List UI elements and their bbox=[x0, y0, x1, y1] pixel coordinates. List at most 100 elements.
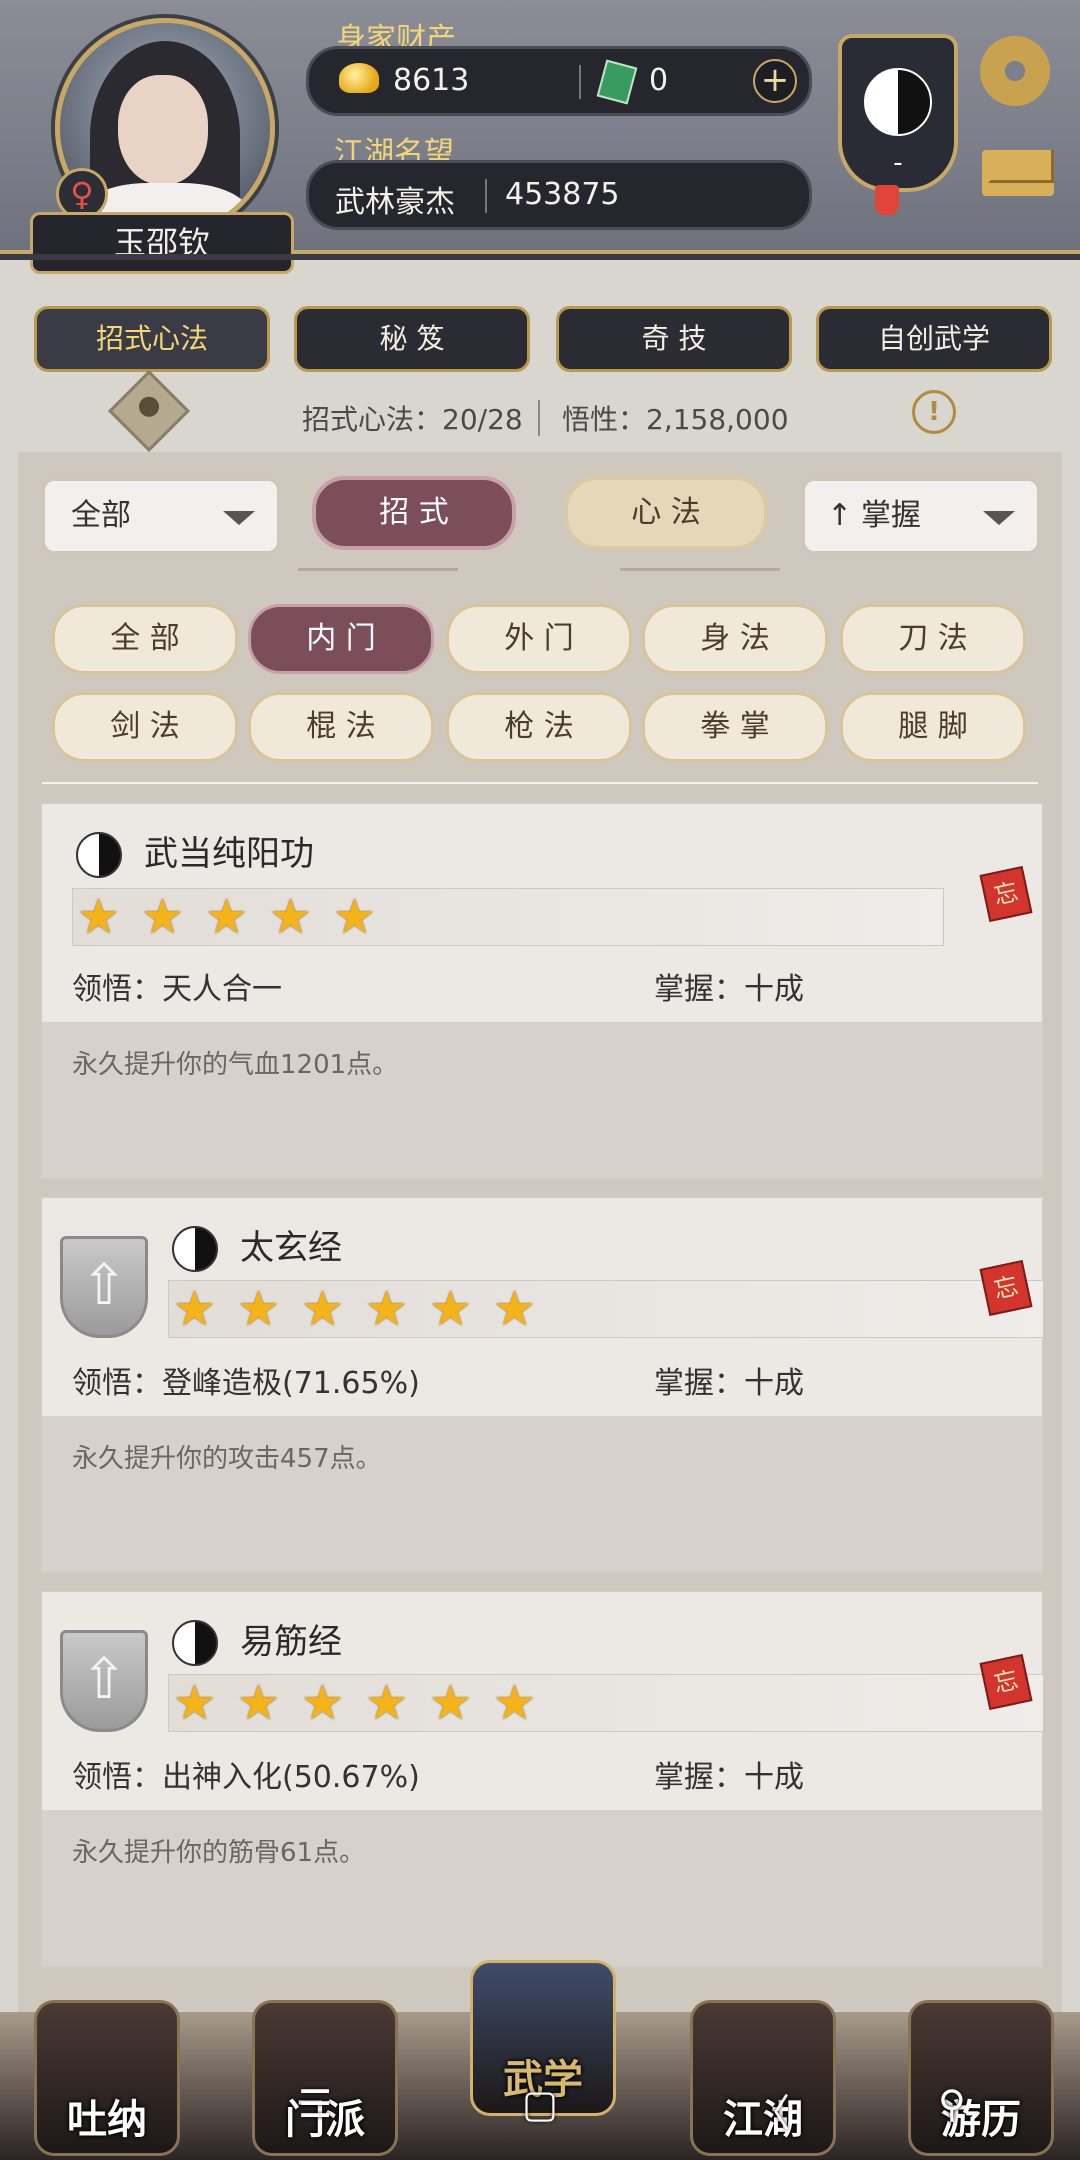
yinyang-icon bbox=[172, 1226, 218, 1272]
recent-apps-icon[interactable]: ☰ bbox=[298, 2082, 332, 2126]
skill-description: 永久提升你的攻击457点。 bbox=[42, 1416, 1042, 1572]
star-icon: ★ bbox=[237, 1675, 281, 1731]
skill-card-header: 易筋经 ★ ★ ★ ★ ★ ★ 忘 领悟：出神入化(50.67%) 掌握：十成 bbox=[42, 1592, 1044, 1810]
skill-mastery: 掌握：十成 bbox=[654, 1366, 804, 1401]
star-icon: ★ bbox=[333, 889, 377, 945]
star-rating: ★ ★ ★ ★ ★ ★ bbox=[168, 1674, 1044, 1732]
sort-arrow-icon: ↑ bbox=[827, 498, 853, 533]
tab-moves-techniques[interactable]: 招式心法 bbox=[34, 306, 270, 372]
skill-name: 太玄经 bbox=[240, 1228, 342, 1268]
wealth-bar: 8613 0 + bbox=[306, 46, 812, 116]
star-icon: ★ bbox=[173, 1281, 217, 1337]
nav-label: 吐纳 bbox=[67, 2097, 147, 2143]
chip-inner[interactable]: 内 门 bbox=[248, 604, 434, 674]
sect-value: - bbox=[893, 148, 903, 178]
reputation-value: 453875 bbox=[505, 177, 620, 212]
yinyang-icon bbox=[76, 832, 122, 878]
accessibility-icon[interactable]: ⚲ bbox=[938, 2082, 966, 2126]
skill-count: 招式心法：20/28 bbox=[302, 403, 523, 436]
skill-mastery: 掌握：十成 bbox=[654, 972, 804, 1007]
nav-label: 游历 bbox=[941, 2097, 1021, 2143]
tab-self-created-arts[interactable]: 自创武学 bbox=[816, 306, 1052, 372]
skill-card[interactable]: 武当纯阳功 ★ ★ ★ ★ ★ 忘 领悟：天人合一 掌握：十成 永久提升你的气血… bbox=[40, 802, 1044, 1180]
settings-gear-icon[interactable] bbox=[980, 36, 1050, 106]
player-name: 玉邵钦 bbox=[30, 212, 294, 274]
wealth-divider bbox=[579, 65, 581, 99]
jade-icon bbox=[596, 59, 638, 105]
back-icon[interactable]: 〈 bbox=[752, 2082, 790, 2137]
skill-card[interactable]: 太玄经 ★ ★ ★ ★ ★ ★ 忘 领悟：登峰造极(71.65%) 掌握：十成 … bbox=[40, 1196, 1044, 1574]
skill-name: 武当纯阳功 bbox=[144, 834, 314, 874]
filter-dropdown[interactable]: 全部 bbox=[42, 478, 280, 554]
gold-ingot-icon bbox=[339, 63, 379, 93]
yinyang-icon bbox=[864, 68, 932, 136]
star-icon: ★ bbox=[493, 1281, 537, 1337]
tab-moves[interactable]: 招 式 bbox=[312, 476, 516, 550]
star-icon: ★ bbox=[141, 889, 185, 945]
skill-comprehension: 领悟：天人合一 bbox=[72, 972, 282, 1007]
chip-all[interactable]: 全 部 bbox=[52, 604, 238, 674]
info-warning-icon[interactable]: ! bbox=[912, 390, 956, 434]
star-icon: ★ bbox=[173, 1675, 217, 1731]
skill-mastery: 掌握：十成 bbox=[654, 1760, 804, 1795]
forget-tag[interactable]: 忘 bbox=[979, 1259, 1033, 1317]
chip-staff[interactable]: 棍 法 bbox=[248, 692, 434, 762]
upgrade-shield-icon[interactable] bbox=[60, 1236, 148, 1338]
star-icon: ★ bbox=[429, 1281, 473, 1337]
upgrade-shield-icon[interactable] bbox=[60, 1630, 148, 1732]
tab-special-skills[interactable]: 奇 技 bbox=[556, 306, 792, 372]
nav-sect[interactable]: 门派 bbox=[252, 2000, 398, 2156]
home-icon[interactable]: ▢ bbox=[522, 2082, 558, 2126]
star-icon: ★ bbox=[269, 889, 313, 945]
chevron-down-icon bbox=[983, 511, 1015, 525]
star-rating: ★ ★ ★ ★ ★ bbox=[72, 888, 944, 946]
player-header: ♀ 玉邵钦 身家财产 8613 0 + 江湖名望 武林豪杰 453875 - bbox=[0, 0, 1080, 274]
add-currency-button[interactable]: + bbox=[753, 59, 797, 103]
comprehension-total: 悟性：2,158,000 bbox=[562, 403, 789, 436]
skill-description: 永久提升你的筋骨61点。 bbox=[42, 1810, 1042, 1966]
tassel-decoration bbox=[875, 185, 899, 215]
tab-mental-methods[interactable]: 心 法 bbox=[564, 476, 768, 550]
nav-breathing[interactable]: 吐纳 bbox=[34, 2000, 180, 2156]
reputation-divider bbox=[485, 179, 487, 213]
chip-spear[interactable]: 枪 法 bbox=[446, 692, 632, 762]
filter-separator bbox=[42, 782, 1038, 784]
yinyang-icon bbox=[172, 1620, 218, 1666]
star-rating: ★ ★ ★ ★ ★ ★ bbox=[168, 1280, 1044, 1338]
forget-tag[interactable]: 忘 bbox=[979, 1653, 1033, 1711]
skill-card-header: 太玄经 ★ ★ ★ ★ ★ ★ 忘 领悟：登峰造极(71.65%) 掌握：十成 bbox=[42, 1198, 1044, 1416]
jade-amount: 0 bbox=[649, 63, 669, 98]
summary-divider bbox=[538, 400, 540, 436]
sort-dropdown[interactable]: ↑ 掌握 bbox=[802, 478, 1040, 554]
star-icon: ★ bbox=[205, 889, 249, 945]
forget-tag[interactable]: 忘 bbox=[979, 865, 1033, 923]
eye-icon[interactable] bbox=[107, 369, 191, 453]
chip-sword[interactable]: 剑 法 bbox=[52, 692, 238, 762]
skill-card-header: 武当纯阳功 ★ ★ ★ ★ ★ 忘 领悟：天人合一 掌握：十成 bbox=[42, 804, 1042, 1022]
tab-secret-manuals[interactable]: 秘 笈 bbox=[294, 306, 530, 372]
skill-name: 易筋经 bbox=[240, 1622, 342, 1662]
star-icon: ★ bbox=[429, 1675, 473, 1731]
chip-saber[interactable]: 刀 法 bbox=[840, 604, 1026, 674]
avatar-face bbox=[118, 75, 208, 185]
sort-dropdown-value: 掌握 bbox=[861, 498, 921, 533]
skill-comprehension: 领悟：出神入化(50.67%) bbox=[72, 1760, 420, 1795]
star-icon: ★ bbox=[301, 1281, 345, 1337]
sect-badge[interactable]: - bbox=[838, 34, 958, 192]
reputation-title: 武林豪杰 bbox=[335, 185, 455, 220]
reputation-bar: 武林豪杰 453875 bbox=[306, 160, 812, 230]
star-icon: ★ bbox=[77, 889, 121, 945]
chip-legs-feet[interactable]: 腿 脚 bbox=[840, 692, 1026, 762]
skill-description: 永久提升你的气血1201点。 bbox=[42, 1022, 1042, 1178]
chevron-down-icon bbox=[223, 511, 255, 525]
chip-fist-palm[interactable]: 拳 掌 bbox=[642, 692, 828, 762]
ornament-right bbox=[620, 568, 780, 571]
chip-movement[interactable]: 身 法 bbox=[642, 604, 828, 674]
star-icon: ★ bbox=[237, 1281, 281, 1337]
mail-icon[interactable] bbox=[982, 150, 1054, 196]
chip-outer[interactable]: 外 门 bbox=[446, 604, 632, 674]
skill-card[interactable]: 易筋经 ★ ★ ★ ★ ★ ★ 忘 领悟：出神入化(50.67%) 掌握：十成 … bbox=[40, 1590, 1044, 1968]
star-icon: ★ bbox=[365, 1675, 409, 1731]
ornament-left bbox=[298, 568, 458, 571]
nav-travel[interactable]: 游历 bbox=[908, 2000, 1054, 2156]
